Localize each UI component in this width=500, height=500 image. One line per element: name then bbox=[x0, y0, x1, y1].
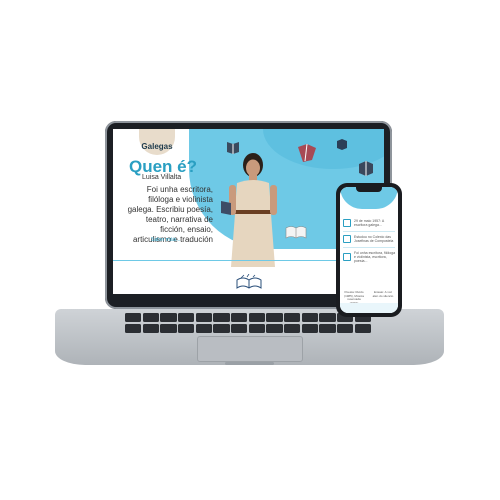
hero-description: Foi unha escritora, filóloga e violinist… bbox=[127, 185, 213, 244]
timeline-item[interactable]: Foi unha escritora, filóloga e violinist… bbox=[343, 251, 397, 263]
flying-book-icon bbox=[221, 201, 231, 215]
timeline-item-text: 29 de maio 1957: A escritora galega... bbox=[354, 219, 384, 227]
timeline-item[interactable]: 29 de maio 1957: A escritora galega... bbox=[343, 219, 397, 227]
school-icon bbox=[343, 235, 351, 243]
phone-notch bbox=[356, 187, 382, 192]
open-book-logo-icon bbox=[236, 274, 262, 289]
hero-subtitle: Luisa Villalta bbox=[142, 174, 182, 181]
phone-footer bbox=[340, 303, 398, 313]
divider bbox=[343, 247, 395, 248]
read-more-link[interactable]: Saber máis... bbox=[151, 237, 180, 243]
timeline-item[interactable]: Estudou no Colexio das Josefinas de Comp… bbox=[343, 235, 397, 243]
calendar-icon bbox=[343, 219, 351, 227]
book-icon bbox=[343, 253, 351, 261]
site-logo[interactable]: Galegas bbox=[139, 129, 175, 155]
works-column: Ensaio: A voz alén do silencio bbox=[372, 290, 394, 298]
phone-screen: 29 de maio 1957: A escritora galega... E… bbox=[340, 187, 398, 313]
site-logo-label: Galegas bbox=[141, 142, 173, 151]
flying-book-icon bbox=[227, 142, 239, 154]
flying-book-icon bbox=[359, 161, 373, 176]
timeline-item-text: Foi unha escritora, filóloga e violinist… bbox=[354, 251, 396, 263]
flying-book-icon bbox=[298, 143, 316, 162]
flying-book-icon bbox=[337, 139, 347, 150]
laptop-opening-notch bbox=[225, 362, 274, 365]
laptop-keyboard bbox=[125, 313, 371, 333]
timeline-item-text: Estudou no Colexio das Josefinas de Comp… bbox=[354, 235, 394, 243]
divider bbox=[343, 231, 395, 232]
open-book-icon bbox=[285, 226, 307, 239]
laptop-trackpad bbox=[197, 336, 303, 362]
